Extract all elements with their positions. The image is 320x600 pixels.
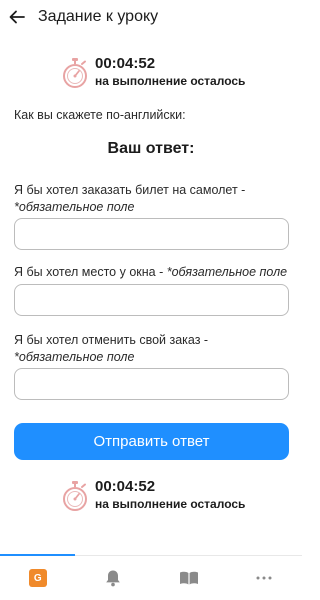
bottom-navigation: G <box>0 554 303 600</box>
question-prompt: Как вы скажете по-английски: <box>14 108 186 122</box>
bell-icon <box>106 570 121 587</box>
required-note: *обязательное поле <box>14 350 135 364</box>
answer-field-2[interactable] <box>14 284 289 316</box>
question-2-text: Я бы хотел место у окна - <box>14 265 164 279</box>
stopwatch-icon <box>63 58 87 88</box>
question-1-label: Я бы хотел заказать билет на самолет - *… <box>14 182 294 216</box>
stopwatch-icon <box>63 481 87 511</box>
answer-heading: Ваш ответ: <box>107 140 195 157</box>
book-icon <box>179 571 198 585</box>
arrow-left-icon <box>9 10 25 24</box>
question-3-text: Я бы хотел отменить свой заказ - <box>14 333 209 347</box>
timer-time: 00:04:52 <box>95 478 156 495</box>
active-tab-indicator <box>0 554 75 556</box>
answer-field-3[interactable] <box>14 368 289 400</box>
question-1-text: Я бы хотел заказать билет на самолет - <box>14 183 246 197</box>
timer-bottom: 00:04:52 на выполнение осталось <box>62 478 245 512</box>
timer-top: 00:04:52 на выполнение осталось <box>62 55 245 89</box>
question-3-label: Я бы хотел отменить свой заказ - *обязат… <box>14 332 294 366</box>
required-note: *обязательное поле <box>166 265 288 279</box>
tab-home[interactable]: G <box>0 556 76 600</box>
question-2-label: Я бы хотел место у окна - *обязательное … <box>14 264 294 281</box>
page-title: Задание к уроку <box>38 8 159 25</box>
tab-more[interactable] <box>227 556 303 600</box>
more-dots-icon <box>256 576 272 580</box>
back-button[interactable] <box>0 0 34 34</box>
timer-note: на выполнение осталось <box>95 497 246 511</box>
header: Задание к уроку <box>0 0 302 34</box>
g-badge-icon: G <box>28 569 47 587</box>
tab-notifications[interactable] <box>76 556 152 600</box>
timer-note: на выполнение осталось <box>95 74 246 88</box>
tab-lessons[interactable] <box>151 556 227 600</box>
timer-time: 00:04:52 <box>95 55 156 72</box>
submit-answer-button[interactable]: Отправить ответ <box>14 423 289 460</box>
required-note: *обязательное поле <box>14 200 135 214</box>
answer-field-1[interactable] <box>14 218 289 250</box>
